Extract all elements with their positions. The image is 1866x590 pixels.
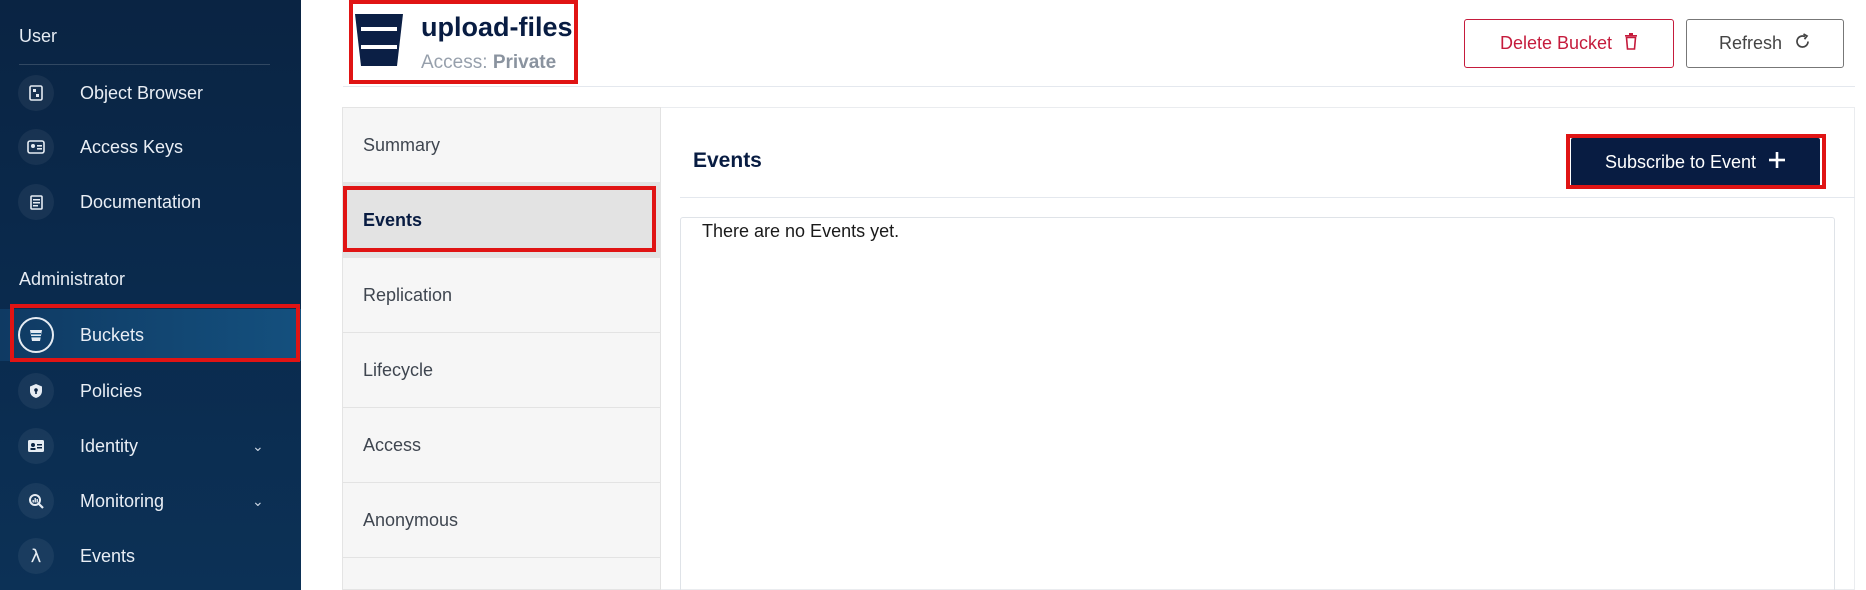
sidebar-item-events[interactable]: λ Events bbox=[0, 531, 301, 581]
plus-icon bbox=[1768, 151, 1786, 174]
bucket-icon bbox=[353, 12, 405, 68]
sidebar-item-object-browser[interactable]: Object Browser bbox=[0, 68, 301, 118]
sidebar-item-label: Monitoring bbox=[80, 490, 165, 511]
tab-anonymous[interactable]: Anonymous bbox=[343, 483, 661, 558]
chevron-down-icon[interactable]: ⌄ bbox=[252, 493, 264, 510]
sidebar: User Object Browser Access Keys Document… bbox=[0, 0, 301, 590]
sidebar-item-label: Buckets bbox=[80, 324, 145, 345]
tab-access[interactable]: Access bbox=[343, 408, 661, 483]
trash-icon bbox=[1624, 32, 1638, 55]
delete-bucket-label: Delete Bucket bbox=[1499, 33, 1613, 53]
section-divider bbox=[680, 197, 1855, 198]
subscribe-label: Subscribe to Event bbox=[1604, 151, 1757, 172]
sidebar-item-label: Identity bbox=[80, 435, 139, 456]
events-list bbox=[680, 217, 1835, 590]
sidebar-item-policies[interactable]: Policies bbox=[0, 366, 301, 416]
empty-state-message: There are no Events yet. bbox=[702, 221, 900, 241]
shield-icon bbox=[18, 373, 54, 409]
lambda-icon: λ bbox=[18, 538, 54, 574]
documentation-icon bbox=[18, 184, 54, 220]
subscribe-to-event-button[interactable]: Subscribe to Event bbox=[1571, 138, 1820, 186]
sidebar-item-access-keys[interactable]: Access Keys bbox=[0, 122, 301, 172]
tab-replication[interactable]: Replication bbox=[343, 258, 661, 333]
access-value: Private bbox=[492, 52, 557, 73]
refresh-icon bbox=[1794, 32, 1811, 55]
tab-events[interactable]: Events bbox=[343, 183, 661, 258]
chevron-down-icon[interactable]: ⌄ bbox=[252, 438, 264, 455]
access-label: Access: bbox=[421, 52, 488, 73]
user-section-title: User bbox=[19, 26, 58, 46]
monitoring-icon bbox=[18, 483, 54, 519]
sidebar-item-monitoring[interactable]: Monitoring ⌄ bbox=[0, 476, 301, 526]
sidebar-item-label: Access Keys bbox=[80, 136, 184, 157]
sidebar-item-identity[interactable]: Identity ⌄ bbox=[0, 421, 301, 471]
object-browser-icon bbox=[18, 75, 54, 111]
section-title: Events bbox=[693, 149, 762, 172]
refresh-button[interactable]: Refresh bbox=[1686, 19, 1844, 68]
delete-bucket-button[interactable]: Delete Bucket bbox=[1464, 19, 1674, 68]
sidebar-item-label: Documentation bbox=[80, 191, 202, 212]
access-status: Access: Private bbox=[421, 52, 556, 74]
tab-lifecycle[interactable]: Lifecycle bbox=[343, 333, 661, 408]
sidebar-item-label: Object Browser bbox=[80, 82, 204, 103]
id-card-icon bbox=[18, 428, 54, 464]
admin-section-title: Administrator bbox=[19, 269, 126, 289]
sidebar-item-label: Events bbox=[80, 545, 136, 566]
bucket-tabs: Summary Events Replication Lifecycle Acc… bbox=[342, 107, 661, 590]
sidebar-item-documentation[interactable]: Documentation bbox=[0, 177, 301, 227]
bucket-icon bbox=[18, 317, 54, 353]
sidebar-divider bbox=[19, 64, 270, 65]
tab-summary[interactable]: Summary bbox=[343, 108, 661, 183]
page-title: upload-files bbox=[421, 12, 573, 42]
sidebar-item-label: Policies bbox=[80, 380, 143, 401]
access-keys-icon bbox=[18, 129, 54, 165]
refresh-label: Refresh bbox=[1718, 33, 1783, 53]
sidebar-item-buckets[interactable]: Buckets bbox=[0, 309, 301, 361]
